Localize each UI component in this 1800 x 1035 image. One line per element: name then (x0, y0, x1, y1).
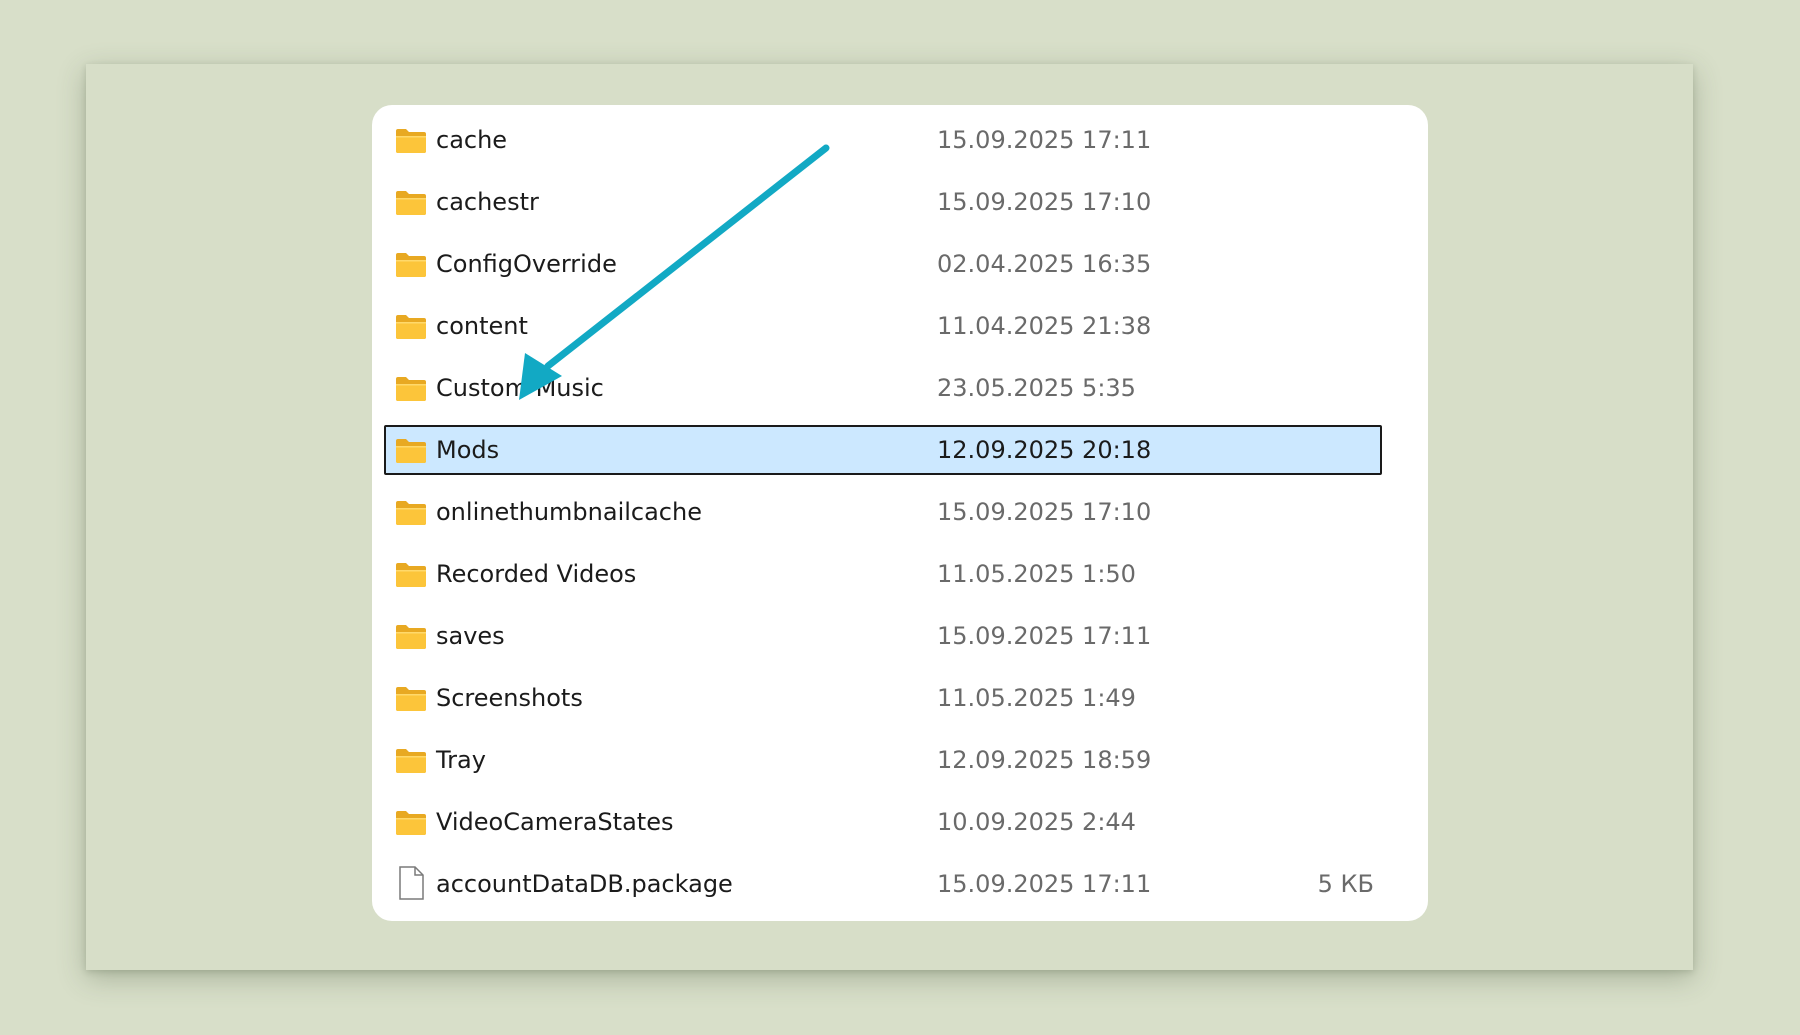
file-date-modified: 23.05.2025 5:35 (937, 374, 1136, 402)
folder-icon (395, 747, 427, 775)
file-date-modified: 15.09.2025 17:11 (937, 622, 1152, 650)
file-date-modified: 12.09.2025 18:59 (937, 746, 1152, 774)
folder-icon (395, 623, 427, 651)
file-date-modified: 11.05.2025 1:50 (937, 560, 1136, 588)
file-size: 5 КБ (1317, 870, 1374, 898)
file-name: cachestr (436, 188, 539, 216)
file-list-panel: cache 15.09.2025 17:11 cachestr 15.09.2025 … (372, 105, 1428, 921)
file-name: Mods (436, 436, 500, 464)
file-row[interactable]: Screenshots 11.05.2025 1:49 (384, 673, 1382, 723)
file-date-modified: 02.04.2025 16:35 (937, 250, 1152, 278)
file-row[interactable]: Tray 12.09.2025 18:59 (384, 735, 1382, 785)
file-row[interactable]: onlinethumbnailcache 15.09.2025 17:10 (384, 487, 1382, 537)
file-row-selected[interactable]: Mods 12.09.2025 20:18 (384, 425, 1382, 475)
folder-icon (395, 561, 427, 589)
folder-icon (395, 313, 427, 341)
folder-icon (395, 809, 427, 837)
file-name: saves (436, 622, 505, 650)
folder-icon (395, 685, 427, 713)
file-name: Tray (436, 746, 486, 774)
file-date-modified: 15.09.2025 17:10 (937, 498, 1152, 526)
file-date-modified: 12.09.2025 20:18 (937, 436, 1152, 464)
folder-icon (395, 127, 427, 155)
file-date-modified: 15.09.2025 17:10 (937, 188, 1152, 216)
folder-icon (395, 189, 427, 217)
file-name: Screenshots (436, 684, 583, 712)
folder-icon (395, 499, 427, 527)
file-row[interactable]: cachestr 15.09.2025 17:10 (384, 177, 1382, 227)
file-row[interactable]: saves 15.09.2025 17:11 (384, 611, 1382, 661)
file-date-modified: 15.09.2025 17:11 (937, 126, 1152, 154)
file-name: cache (436, 126, 508, 154)
file-name: content (436, 312, 528, 340)
file-date-modified: 11.04.2025 21:38 (937, 312, 1152, 340)
file-icon (395, 866, 427, 900)
file-row[interactable]: VideoCameraStates 10.09.2025 2:44 (384, 797, 1382, 847)
file-row[interactable]: Custom Music 23.05.2025 5:35 (384, 363, 1382, 413)
file-row[interactable]: Recorded Videos 11.05.2025 1:50 (384, 549, 1382, 599)
file-name: ConfigOverride (436, 250, 617, 278)
file-date-modified: 10.09.2025 2:44 (937, 808, 1136, 836)
folder-icon (395, 437, 427, 465)
file-row[interactable]: ConfigOverride 02.04.2025 16:35 (384, 239, 1382, 289)
folder-icon (395, 251, 427, 279)
file-name: accountDataDB.package (436, 870, 733, 898)
file-date-modified: 15.09.2025 17:11 (937, 870, 1152, 898)
file-row[interactable]: cache 15.09.2025 17:11 (384, 115, 1382, 165)
file-name: Custom Music (436, 374, 604, 402)
file-name: Recorded Videos (436, 560, 637, 588)
file-date-modified: 11.05.2025 1:49 (937, 684, 1136, 712)
file-row[interactable]: content 11.04.2025 21:38 (384, 301, 1382, 351)
folder-icon (395, 375, 427, 403)
file-name: VideoCameraStates (436, 808, 674, 836)
file-name: onlinethumbnailcache (436, 498, 702, 526)
file-row[interactable]: accountDataDB.package 15.09.2025 17:11 5 К… (384, 859, 1382, 909)
